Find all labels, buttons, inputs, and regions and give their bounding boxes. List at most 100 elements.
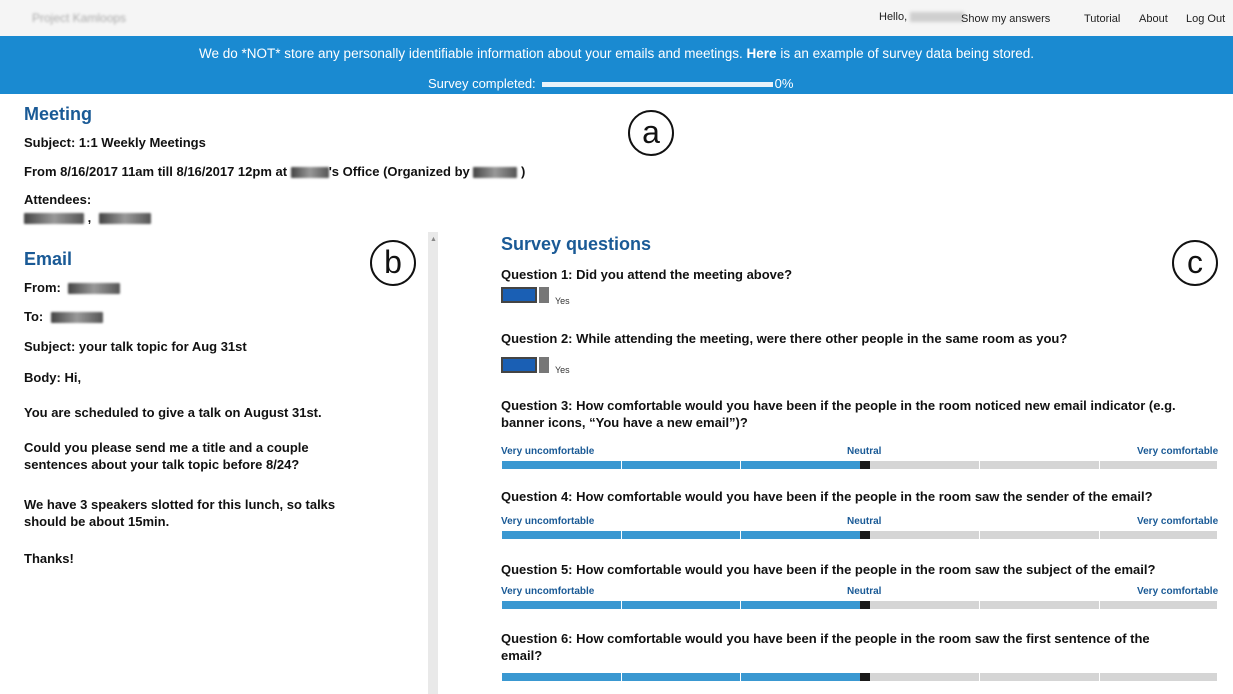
email-heading: Email <box>24 249 73 269</box>
redacted-name <box>473 167 518 179</box>
show-my-answers-link[interactable]: Show my answers <box>961 13 1050 25</box>
email-to-label: To: <box>24 309 44 324</box>
question-5: Question 5: How comfortable would you ha… <box>501 562 1156 577</box>
slider-tick <box>1217 531 1218 539</box>
email-body-paragraph: sentences about your talk topic before 8… <box>24 457 300 472</box>
question-3-line-1: Question 3: How comfortable would you ha… <box>501 398 1176 413</box>
question-1: Question 1: Did you attend the meeting a… <box>501 267 793 282</box>
email-scrollbar[interactable]: ▲ <box>428 232 438 694</box>
email-signoff: Thanks! <box>24 551 74 566</box>
slider-tick <box>1099 601 1100 609</box>
slider-tick <box>1099 461 1100 469</box>
question-2-toggle[interactable] <box>501 357 549 373</box>
slider-thumb[interactable] <box>859 673 870 681</box>
slider-thumb[interactable] <box>859 531 870 539</box>
question-3-slider[interactable] <box>501 461 1218 469</box>
scale-low-label: Very uncomfortable <box>501 516 595 527</box>
meeting-location: 's Office (Organized by <box>328 164 470 179</box>
annotation-b: b <box>370 240 416 286</box>
question-1-answer: Yes <box>555 296 570 306</box>
privacy-notice: We do *NOT* store any personally identif… <box>0 46 1233 61</box>
toggle-track <box>501 357 537 373</box>
user-name-redacted <box>910 12 965 23</box>
top-nav: Project Kamloops Hello, Show my answers … <box>0 0 1233 36</box>
question-3: Question 3: How comfortable would you ha… <box>501 397 1176 431</box>
log-out-link[interactable]: Log Out <box>1186 13 1225 25</box>
slider-tick <box>621 531 622 539</box>
greeting-label: Hello, <box>879 11 908 23</box>
slider-fill <box>501 461 860 469</box>
attendee-separator: , <box>87 210 92 225</box>
slider-tick <box>1217 601 1218 609</box>
slider-tick <box>979 673 980 681</box>
scale-high-label: Very comfortable <box>1137 446 1219 457</box>
question-1-toggle[interactable] <box>501 287 549 303</box>
toggle-knob <box>539 287 549 303</box>
slider-tick <box>1217 461 1218 469</box>
toggle-knob <box>539 357 549 373</box>
slider-tick <box>1099 673 1100 681</box>
question-6: Question 6: How comfortable would you ha… <box>501 630 1150 664</box>
question-4: Question 4: How comfortable would you ha… <box>501 489 1153 504</box>
slider-tick <box>621 461 622 469</box>
slider-tick <box>621 673 622 681</box>
question-2-answer: Yes <box>555 365 570 375</box>
tutorial-link[interactable]: Tutorial <box>1084 13 1120 25</box>
redacted-attendee <box>98 213 151 225</box>
question-6-line-1: Question 6: How comfortable would you ha… <box>501 631 1150 646</box>
privacy-banner: We do *NOT* store any personally identif… <box>0 36 1233 94</box>
question-6-slider[interactable] <box>501 673 1218 681</box>
progress-label: Survey completed: <box>428 76 536 91</box>
annotation-a: a <box>628 110 674 156</box>
question-4-slider[interactable] <box>501 531 1218 539</box>
question-5-slider[interactable] <box>501 601 1218 609</box>
slider-thumb[interactable] <box>859 461 870 469</box>
question-2: Question 2: While attending the meeting,… <box>501 331 1068 346</box>
scale-low-label: Very uncomfortable <box>501 446 595 457</box>
privacy-notice-text-end: is an example of survey data being store… <box>776 46 1034 61</box>
progress-bar <box>541 82 773 88</box>
survey-progress: Survey completed: 0% <box>428 76 793 91</box>
meeting-subject: Subject: 1:1 Weekly Meetings <box>24 135 206 150</box>
email-to: To: <box>24 309 103 324</box>
meeting-organizer-close: ) <box>521 164 526 179</box>
slider-fill <box>501 601 860 609</box>
scale-mid-label: Neutral <box>847 516 882 527</box>
scale-mid-label: Neutral <box>847 586 882 597</box>
about-link[interactable]: About <box>1139 13 1168 25</box>
slider-tick <box>621 601 622 609</box>
email-from: From: <box>24 280 121 295</box>
scale-high-label: Very comfortable <box>1137 516 1219 527</box>
slider-tick <box>979 461 980 469</box>
annotation-c: c <box>1172 240 1218 286</box>
scroll-up-icon[interactable]: ▲ <box>430 236 437 243</box>
slider-tick <box>501 673 502 681</box>
slider-tick <box>501 601 502 609</box>
slider-tick <box>979 531 980 539</box>
example-data-link[interactable]: Here <box>747 46 777 61</box>
email-body-paragraph: You are scheduled to give a talk on Augu… <box>24 405 322 420</box>
slider-fill <box>501 531 860 539</box>
slider-tick <box>740 531 741 539</box>
slider-tick <box>1099 531 1100 539</box>
brand-logo[interactable]: Project Kamloops <box>32 11 126 25</box>
meeting-time-location: From 8/16/2017 11am till 8/16/2017 12pm … <box>24 164 525 179</box>
slider-tick <box>501 531 502 539</box>
email-body-paragraph: Could you please send me a title and a c… <box>24 440 309 455</box>
slider-tick <box>1217 673 1218 681</box>
email-subject: Subject: your talk topic for Aug 31st <box>24 339 247 354</box>
attendees-label: Attendees: <box>24 192 92 207</box>
progress-percent: 0% <box>774 76 794 91</box>
toggle-track <box>501 287 537 303</box>
slider-tick <box>979 601 980 609</box>
redacted-recipient <box>50 312 103 324</box>
slider-thumb[interactable] <box>859 601 870 609</box>
email-body-label: Body: Hi, <box>24 370 82 385</box>
slider-tick <box>740 673 741 681</box>
email-body-paragraph: We have 3 speakers slotted for this lunc… <box>24 497 336 512</box>
slider-tick <box>501 461 502 469</box>
redacted-sender <box>68 283 121 295</box>
meeting-time: From 8/16/2017 11am till 8/16/2017 12pm … <box>24 164 288 179</box>
email-body-paragraph: should be about 15min. <box>24 514 170 529</box>
greeting: Hello, <box>879 11 965 23</box>
